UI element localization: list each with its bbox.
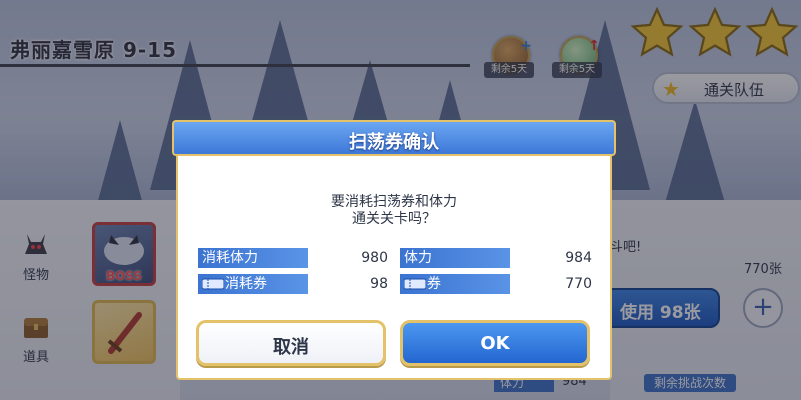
stamina-owned-label: 体力 [400, 248, 510, 268]
dialog-message-line1: 要消耗扫荡券和体力 [331, 194, 457, 210]
tickets-owned-label: 券 [400, 274, 510, 294]
consume-tickets-value: 98 [370, 276, 388, 292]
ok-label: OK [480, 333, 510, 354]
dialog-header: 扫荡券确认 [172, 120, 616, 156]
dialog-message: 要消耗扫荡券和体力 通关关卡吗？ [178, 194, 610, 228]
tickets-owned-value: 770 [565, 276, 592, 292]
cancel-label: 取消 [273, 337, 309, 358]
consume-tickets-label: 消耗券 [198, 274, 308, 294]
stamina-owned-value: 984 [565, 250, 592, 266]
ok-button[interactable]: OK [400, 320, 590, 366]
dialog-message-line2: 通关关卡吗？ [352, 211, 436, 227]
sweep-confirm-dialog: 要消耗扫荡券和体力 通关关卡吗？ 消耗体力 980 体力 984 消耗券 98 … [172, 120, 616, 382]
ticket-icon [404, 278, 426, 290]
ticket-icon [202, 278, 224, 290]
dialog-title: 扫荡券确认 [349, 132, 439, 153]
consume-stamina-label: 消耗体力 [198, 248, 308, 268]
cancel-button[interactable]: 取消 [196, 320, 386, 366]
consume-stamina-value: 980 [361, 250, 388, 266]
